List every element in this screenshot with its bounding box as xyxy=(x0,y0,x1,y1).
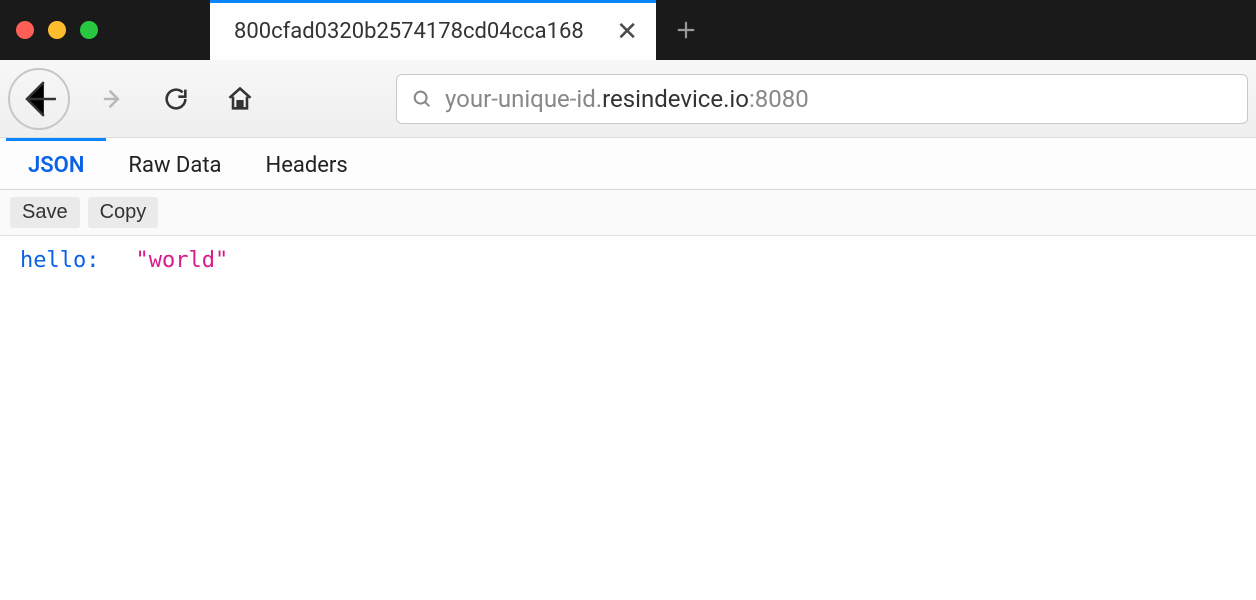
url-text: your-unique-id.resindevice.io:8080 xyxy=(445,85,809,113)
json-value: "world" xyxy=(135,248,228,273)
tab-title: 800cfad0320b2574178cd04cca168 xyxy=(234,19,584,44)
json-row: hello: "world" xyxy=(20,248,1236,273)
back-button[interactable] xyxy=(8,68,70,130)
tab-rawdata[interactable]: Raw Data xyxy=(106,138,243,189)
reload-button[interactable] xyxy=(148,71,204,127)
arrow-right-icon xyxy=(98,85,126,113)
copy-button[interactable]: Copy xyxy=(88,197,159,228)
save-button[interactable]: Save xyxy=(10,197,80,228)
plus-icon xyxy=(675,19,697,41)
new-tab-button[interactable] xyxy=(656,0,716,60)
home-button[interactable] xyxy=(212,71,268,127)
json-key: hello: xyxy=(20,248,99,273)
json-body: hello: "world" xyxy=(0,236,1256,285)
json-viewer-toolbar: Save Copy xyxy=(0,190,1256,236)
arrow-left-icon xyxy=(10,70,68,128)
navigation-toolbar: your-unique-id.resindevice.io:8080 xyxy=(0,60,1256,138)
window-close-button[interactable] xyxy=(16,21,34,39)
window-titlebar: 800cfad0320b2574178cd04cca168 ✕ xyxy=(0,0,1256,60)
reload-icon xyxy=(162,85,190,113)
traffic-lights xyxy=(0,0,210,60)
home-icon xyxy=(226,85,254,113)
json-viewer-tabs: JSON Raw Data Headers xyxy=(0,138,1256,190)
tab-headers[interactable]: Headers xyxy=(244,138,370,189)
browser-tab-active[interactable]: 800cfad0320b2574178cd04cca168 ✕ xyxy=(210,0,656,60)
search-icon xyxy=(411,88,433,110)
forward-button[interactable] xyxy=(84,71,140,127)
close-tab-icon[interactable]: ✕ xyxy=(616,19,638,45)
window-zoom-button[interactable] xyxy=(80,21,98,39)
tab-json[interactable]: JSON xyxy=(6,138,106,189)
window-minimize-button[interactable] xyxy=(48,21,66,39)
address-bar[interactable]: your-unique-id.resindevice.io:8080 xyxy=(396,74,1248,124)
